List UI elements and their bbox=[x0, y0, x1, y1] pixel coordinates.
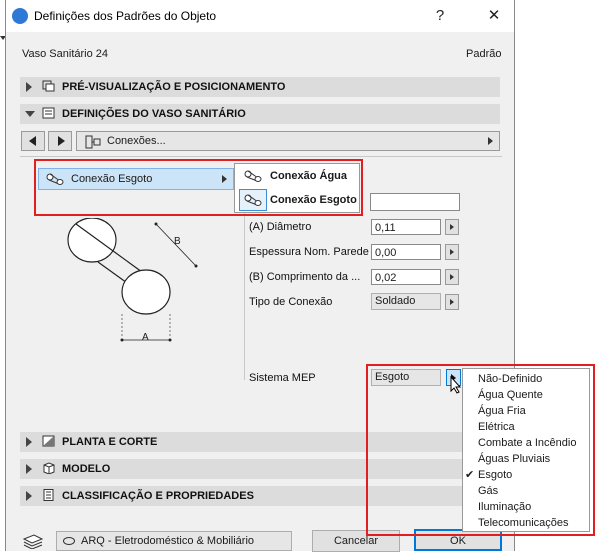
panel-separator bbox=[244, 190, 245, 380]
connections-icon bbox=[85, 135, 101, 149]
dimension-label-a: A bbox=[142, 332, 149, 343]
section-label: PLANTA E CORTE bbox=[62, 436, 158, 448]
eye-icon bbox=[63, 537, 75, 545]
dropdown-arrow-icon bbox=[488, 137, 493, 145]
cube-icon bbox=[43, 462, 55, 474]
close-button[interactable]: ✕ bbox=[480, 5, 508, 27]
object-name: Vaso Sanitário 24 bbox=[22, 48, 109, 60]
section-toilet-settings[interactable]: DEFINIÇÕES DO VASO SANITÁRIO bbox=[20, 104, 500, 124]
arrow-left-icon bbox=[29, 136, 36, 146]
next-page-button[interactable] bbox=[48, 131, 72, 151]
expand-arrow-icon bbox=[26, 437, 32, 447]
diameter-field[interactable]: 0,11 bbox=[371, 219, 441, 235]
content-divider bbox=[20, 156, 502, 157]
connection-type-menu-button[interactable] bbox=[445, 294, 459, 310]
default-status: Padrão bbox=[466, 48, 502, 60]
connection-type-label: Tipo de Conexão bbox=[249, 296, 333, 308]
section-label: DEFINIÇÕES DO VASO SANITÁRIO bbox=[62, 108, 246, 120]
arrow-right-icon bbox=[58, 136, 65, 146]
section-label: CLASSIFICAÇÃO E PROPRIEDADES bbox=[62, 490, 254, 502]
pipe-dimension-diagram bbox=[67, 218, 198, 342]
preview-icon bbox=[42, 80, 55, 92]
length-menu-button[interactable] bbox=[445, 269, 459, 285]
top-value-field[interactable] bbox=[370, 193, 460, 211]
page-selector-label: Conexões... bbox=[107, 135, 166, 147]
window-title: Definições dos Padrões do Objeto bbox=[34, 9, 217, 23]
section-label: PRÉ-VISUALIZAÇÃO E POSICIONAMENTO bbox=[62, 81, 286, 93]
expand-arrow-icon bbox=[26, 491, 32, 501]
title-bar: Definições dos Padrões do Objeto ? ✕ bbox=[6, 0, 514, 32]
expand-arrow-icon bbox=[26, 464, 32, 474]
diameter-label: (A) Diâmetro bbox=[249, 221, 312, 233]
section-label: MODELO bbox=[62, 463, 111, 475]
diameter-menu-button[interactable] bbox=[445, 219, 459, 235]
connection-type-select[interactable]: Soldado bbox=[371, 293, 441, 310]
wall-thickness-menu-button[interactable] bbox=[445, 244, 459, 260]
mep-system-label: Sistema MEP bbox=[249, 372, 316, 384]
expand-arrow-icon bbox=[26, 82, 32, 92]
wall-thickness-label: Espessura Nom. Parede bbox=[249, 246, 369, 258]
section-preview-positioning[interactable]: PRÉ-VISUALIZAÇÃO E POSICIONAMENTO bbox=[20, 77, 500, 97]
collapse-arrow-icon bbox=[25, 111, 35, 117]
layer-name: ARQ - Eletrodoméstico & Mobiliário bbox=[81, 535, 255, 547]
length-label: (B) Comprimento da ... bbox=[249, 271, 361, 283]
layer-selector[interactable]: ARQ - Eletrodoméstico & Mobiliário bbox=[56, 531, 292, 551]
help-button[interactable]: ? bbox=[426, 5, 454, 27]
page-selector-dropdown[interactable]: Conexões... bbox=[76, 131, 500, 151]
layer-stack-icon bbox=[22, 534, 44, 549]
length-field[interactable]: 0,02 bbox=[371, 269, 441, 285]
archicad-logo-icon bbox=[12, 8, 28, 24]
highlight-box-connection bbox=[34, 159, 363, 216]
dimension-label-b: B bbox=[174, 236, 181, 247]
highlight-box-mep bbox=[366, 364, 595, 536]
wall-thickness-field[interactable]: 0,00 bbox=[371, 244, 441, 260]
document-list-icon bbox=[43, 489, 54, 501]
plan-section-icon bbox=[42, 435, 55, 447]
prev-page-button[interactable] bbox=[21, 131, 45, 151]
settings-list-icon bbox=[42, 107, 55, 119]
